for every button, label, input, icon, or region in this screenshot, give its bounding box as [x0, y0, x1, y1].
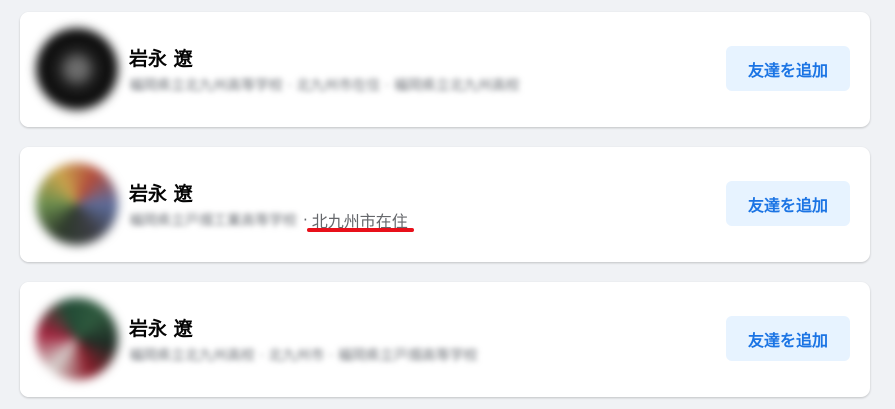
profile-name[interactable]: 岩永 遼 — [129, 179, 193, 206]
add-friend-button[interactable]: 友達を追加 — [726, 316, 850, 361]
avatar[interactable] — [36, 163, 118, 245]
add-friend-button[interactable]: 友達を追加 — [726, 46, 850, 91]
profile-subtitle: 福岡県立北九州高校 · 北九州市 · 福岡県立戸畑高等学校 — [129, 345, 478, 365]
profile-name[interactable]: 岩永 遼 — [129, 314, 193, 341]
red-underline-annotation — [306, 228, 414, 232]
obscured-subtitle-text: 福岡県立北九州高校 · 北九州市 · 福岡県立戸畑高等学校 — [129, 348, 478, 364]
search-result-card[interactable]: 岩永 遼 福岡県立北九州高校 · 北九州市 · 福岡県立戸畑高等学校 友達を追加 — [20, 282, 870, 397]
avatar-container[interactable] — [20, 12, 125, 127]
location-highlight: 北九州市在住 — [306, 208, 414, 232]
avatar[interactable] — [36, 28, 118, 110]
avatar-container[interactable] — [20, 147, 125, 262]
obscured-subtitle-text: 福岡県立戸畑工業高等学校 — [129, 213, 297, 229]
profile-subtitle: 福岡県立戸畑工業高等学校 · 北九州市在住 — [129, 208, 414, 232]
separator-dot: · — [303, 211, 308, 229]
avatar-container[interactable] — [20, 282, 125, 397]
profile-subtitle: 福岡県立北九州高等学校 · 北九州市在住 · 福岡県立北九州高校 — [129, 75, 520, 95]
search-result-card[interactable]: 岩永 遼 福岡県立北九州高等学校 · 北九州市在住 · 福岡県立北九州高校 友達… — [20, 12, 870, 127]
obscured-subtitle-text: 福岡県立北九州高等学校 · 北九州市在住 · 福岡県立北九州高校 — [129, 78, 520, 94]
add-friend-button[interactable]: 友達を追加 — [726, 181, 850, 226]
profile-name[interactable]: 岩永 遼 — [129, 44, 193, 71]
avatar[interactable] — [36, 298, 118, 380]
search-result-card[interactable]: 岩永 遼 福岡県立戸畑工業高等学校 · 北九州市在住 友達を追加 — [20, 147, 870, 262]
